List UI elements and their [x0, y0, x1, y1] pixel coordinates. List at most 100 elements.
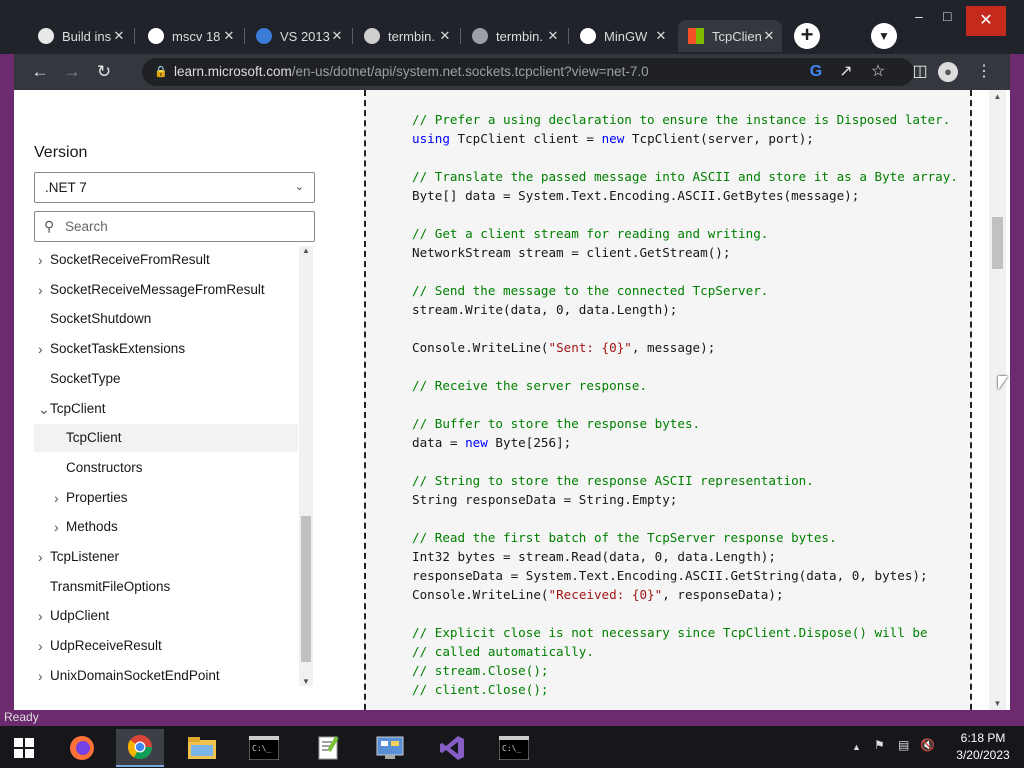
toc-search-input[interactable]: ⚲ Search — [34, 211, 315, 242]
toc-item[interactable]: TcpClient — [34, 424, 298, 453]
page-scrollbar[interactable]: ▲ ▼ — [989, 90, 1006, 710]
chevron-right-icon[interactable]: › — [38, 605, 48, 627]
toc-item[interactable]: › UnixDomainSocketEndPoint — [34, 662, 298, 686]
clock-time: 6:18 PM — [960, 731, 1006, 745]
reload-icon[interactable]: ↻ — [92, 60, 116, 84]
scroll-down-icon[interactable]: ▼ — [989, 699, 1006, 708]
google-lens-icon[interactable]: G — [804, 60, 828, 84]
toc-item[interactable]: › Methods — [34, 513, 298, 541]
close-tab-icon[interactable]: ✕ — [654, 28, 668, 44]
minimize-icon[interactable]: – — [915, 8, 923, 24]
visual-studio-icon[interactable] — [428, 729, 476, 767]
browser-tab[interactable]: TcpClien ✕ — [678, 20, 782, 52]
file-explorer-icon[interactable] — [178, 729, 226, 767]
version-value: .NET 7 — [45, 180, 87, 195]
share-icon[interactable]: ↗ — [834, 60, 858, 84]
browser-tab[interactable]: termbin. ✕ — [354, 20, 458, 52]
close-tab-icon[interactable]: ✕ — [112, 28, 126, 44]
chevron-right-icon[interactable]: › — [38, 546, 48, 568]
toc-item[interactable]: › TcpListener — [34, 543, 298, 571]
firefox-icon[interactable] — [58, 729, 106, 767]
toc-item[interactable]: TransmitFileOptions — [34, 573, 298, 601]
notepad-plus-plus-icon[interactable] — [304, 729, 352, 767]
code-token: data = — [412, 435, 466, 450]
toc-scroll-thumb[interactable] — [301, 516, 311, 662]
chevron-right-icon[interactable]: › — [54, 516, 64, 538]
more-menu-icon[interactable]: ⋮ — [972, 60, 996, 84]
maximize-icon[interactable]: □ — [943, 8, 951, 24]
toc-item[interactable]: › Properties — [34, 484, 298, 512]
toc-item[interactable]: › SocketReceiveFromResult — [34, 246, 298, 274]
chevron-right-icon[interactable]: › — [54, 487, 64, 509]
scroll-up-icon[interactable]: ▲ — [989, 92, 1006, 101]
back-arrow-icon[interactable]: ← — [28, 60, 52, 84]
chevron-right-icon[interactable]: › — [38, 338, 48, 360]
toc-item[interactable]: SocketType — [34, 365, 298, 393]
toc-item-label: SocketShutdown — [50, 311, 152, 327]
chevron-right-icon[interactable]: › — [38, 665, 48, 686]
toc-item[interactable]: › SocketTaskExtensions — [34, 335, 298, 363]
toc-item[interactable]: Constructors — [34, 454, 298, 482]
visual-studio-icon — [256, 28, 272, 44]
microsoft-icon — [688, 28, 704, 44]
tab-title: mscv 18 — [172, 28, 221, 44]
command-prompt-icon[interactable]: C:\_ — [240, 729, 288, 767]
close-tab-icon[interactable]: ✕ — [546, 28, 560, 44]
close-tab-icon[interactable]: ✕ — [438, 28, 452, 44]
close-tab-icon[interactable]: ✕ — [330, 28, 344, 44]
chevron-right-icon[interactable]: › — [38, 635, 48, 657]
version-select[interactable]: .NET 7 ⌄ — [34, 172, 315, 203]
windows-start-icon[interactable] — [0, 729, 48, 767]
close-window-button[interactable]: ✕ — [966, 6, 1006, 36]
forward-arrow-icon[interactable]: → — [60, 60, 84, 84]
flag-icon[interactable]: ⚑ — [874, 738, 885, 752]
chevron-right-icon[interactable]: › — [38, 249, 48, 271]
code-token: // Send the message to the connected Tcp… — [412, 283, 769, 298]
code-line: // Buffer to store the response bytes. — [412, 414, 958, 433]
toc-scrollbar[interactable]: ▲ ▼ — [299, 246, 313, 686]
tab-search-chevron-icon[interactable]: ▼ — [871, 23, 897, 49]
browser-tab[interactable]: mscv 18 ✕ — [138, 20, 242, 52]
toc-item[interactable]: › UdpClient — [34, 602, 298, 630]
browser-tab[interactable]: VS 2013 ✕ — [246, 20, 350, 52]
browser-tab[interactable]: termbin. ✕ — [462, 20, 566, 52]
address-bar[interactable]: 🔒 learn.microsoft.com/en-us/dotnet/api/s… — [142, 58, 914, 86]
browser-tab[interactable]: Build ins ✕ — [28, 20, 132, 52]
globe-icon — [472, 28, 488, 44]
close-tab-icon[interactable]: ✕ — [762, 28, 776, 44]
system-clock[interactable]: 6:18 PM 3/20/2023 — [948, 730, 1018, 764]
toc-item[interactable]: SocketShutdown — [34, 305, 298, 333]
toc-item[interactable]: ⌄ TcpClient — [34, 395, 298, 423]
scroll-down-icon[interactable]: ▼ — [299, 677, 313, 686]
chrome-icon[interactable] — [116, 729, 164, 767]
code-token: new — [465, 435, 488, 450]
code-token: Byte[] data = System.Text.Encoding.ASCII… — [412, 188, 860, 203]
chevron-right-icon[interactable]: › — [38, 279, 48, 301]
code-line: Int32 bytes = stream.Read(data, 0, data.… — [412, 547, 958, 566]
side-panel-icon[interactable]: ◫ — [908, 60, 932, 84]
toc-item[interactable]: › UdpReceiveResult — [34, 632, 298, 660]
code-token: Console.WriteLine( — [412, 340, 549, 355]
profile-avatar[interactable]: ● — [938, 62, 958, 82]
chevron-up-icon[interactable]: ▲ — [852, 742, 861, 752]
google-icon — [148, 28, 164, 44]
chevron-down-icon[interactable]: ⌄ — [38, 398, 50, 420]
scroll-up-icon[interactable]: ▲ — [299, 246, 313, 255]
page-scroll-thumb[interactable] — [992, 217, 1003, 269]
network-icon[interactable]: ▤ — [898, 738, 909, 752]
command-prompt-icon[interactable]: C:\_ — [490, 729, 538, 767]
toc-item-label: UdpReceiveResult — [50, 638, 162, 654]
mouse-cursor-icon — [998, 376, 1008, 390]
toc-item[interactable]: › SocketReceiveMessageFromResult — [34, 276, 298, 304]
volume-muted-icon[interactable]: 🔇 — [920, 738, 935, 752]
close-tab-icon[interactable]: ✕ — [222, 28, 236, 44]
browser-tab[interactable]: MinGW ✕ — [570, 20, 674, 52]
bookmark-star-icon[interactable]: ☆ — [866, 60, 890, 84]
new-tab-button[interactable]: + — [794, 23, 820, 49]
control-panel-icon[interactable] — [366, 729, 414, 767]
code-text: // Prefer a using declaration to ensure … — [412, 110, 958, 699]
tab-title: Build ins — [62, 28, 112, 44]
